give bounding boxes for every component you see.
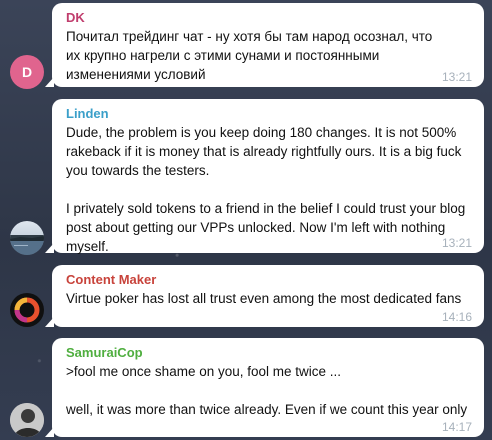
message-text: >fool me once shame on you, fool me twic…: [66, 364, 468, 417]
person-photo-icon: [10, 403, 44, 437]
rainbow-ring-logo-icon: [14, 297, 40, 323]
message-text: Dude, the problem is you keep doing 180 …: [66, 125, 466, 254]
sender-name[interactable]: DK: [66, 9, 472, 27]
message-bubble[interactable]: Content Maker Virtue poker has lost all …: [45, 265, 484, 327]
message-time: 13:21: [441, 70, 472, 84]
avatar[interactable]: [10, 403, 44, 437]
sender-name[interactable]: SamuraiCop: [66, 344, 472, 362]
message-bubble[interactable]: DK Почитал трейдинг чат - ну хотя бы там…: [45, 3, 484, 87]
sender-name[interactable]: Linden: [66, 105, 472, 123]
message-time: 14:16: [441, 310, 472, 324]
avatar[interactable]: [10, 221, 44, 255]
message-time: 13:21: [441, 236, 472, 250]
sender-name[interactable]: Content Maker: [66, 271, 472, 289]
message-text: Почитал трейдинг чат - ну хотя бы там на…: [66, 29, 437, 82]
message-time: 14:17: [441, 420, 472, 434]
message-text: Virtue poker has lost all trust even amo…: [66, 291, 462, 306]
avatar[interactable]: D: [10, 55, 44, 89]
lake-landscape-icon: [10, 235, 44, 255]
avatar[interactable]: [10, 293, 44, 327]
message-bubble[interactable]: SamuraiCop >fool me once shame on you, f…: [45, 338, 484, 437]
avatar-letter: D: [21, 64, 33, 80]
message-bubble[interactable]: Linden Dude, the problem is you keep doi…: [45, 99, 484, 254]
